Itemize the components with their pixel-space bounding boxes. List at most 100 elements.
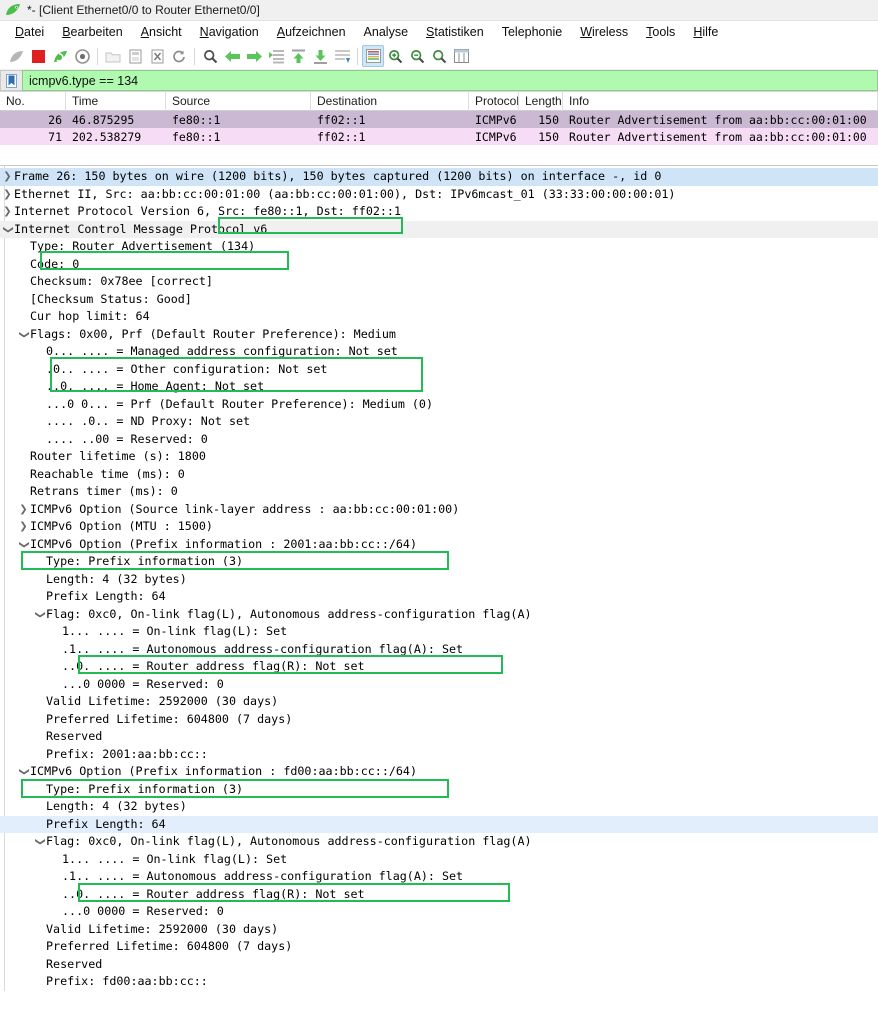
chevron-right-icon[interactable]: ❯ xyxy=(17,518,30,536)
detail-tree-row[interactable]: .... ..00 = Reserved: 0 xyxy=(0,431,878,449)
detail-tree-row[interactable]: Type: Prefix information (3) xyxy=(0,781,878,799)
detail-tree-row[interactable]: Reserved xyxy=(0,728,878,746)
chevron-down-icon[interactable]: ❯ xyxy=(15,765,33,778)
colorize-packet-list-icon[interactable] xyxy=(362,45,384,67)
chevron-down-icon[interactable]: ❯ xyxy=(31,608,49,621)
menu-item-bearbeiten[interactable]: Bearbeiten xyxy=(53,24,131,40)
detail-tree-row[interactable]: .... .0.. = ND Proxy: Not set xyxy=(0,413,878,431)
detail-tree-row[interactable]: Prefix: 2001:aa:bb:cc:: xyxy=(0,746,878,764)
packet-details-pane[interactable]: ❯ Frame 26: 150 bytes on wire (1200 bits)… xyxy=(0,166,878,991)
go-forward-icon[interactable] xyxy=(243,45,265,67)
column-header-source[interactable]: Source xyxy=(166,91,311,111)
resize-columns-icon[interactable] xyxy=(450,45,472,67)
go-to-last-packet-icon[interactable] xyxy=(309,45,331,67)
detail-tree-row[interactable]: ❯ Ethernet II, Src: aa:bb:cc:00:01:00 (aa… xyxy=(0,186,878,204)
column-header-time[interactable]: Time xyxy=(66,91,166,111)
zoom-out-icon[interactable] xyxy=(406,45,428,67)
packet-list-row[interactable]: 26 46.875295 fe80::1 ff02::1 ICMPv6 150 Router… xyxy=(0,111,878,128)
chevron-right-icon[interactable]: ❯ xyxy=(1,168,14,186)
detail-tree-row[interactable]: ❯ Internet Protocol Version 6, Src: fe80:… xyxy=(0,203,878,221)
auto-scroll-icon[interactable] xyxy=(331,45,353,67)
packet-list[interactable]: No. Time Source Destination Protocol Len… xyxy=(0,91,878,166)
detail-tree-row[interactable]: ..0. .... = Home Agent: Not set xyxy=(0,378,878,396)
detail-tree-row[interactable]: Preferred Lifetime: 604800 (7 days) xyxy=(0,711,878,729)
detail-tree-row[interactable]: ..0. .... = Router address flag(R): Not … xyxy=(0,658,878,676)
detail-tree-row[interactable]: ❯ Flags: 0x00, Prf (Default Router Prefer… xyxy=(0,326,878,344)
find-packet-icon[interactable] xyxy=(199,45,221,67)
column-header-protocol[interactable]: Protocol xyxy=(469,91,519,111)
menu-item-navigation[interactable]: Navigation xyxy=(191,24,268,40)
menu-item-tools[interactable]: Tools xyxy=(637,24,684,40)
menu-item-hilfe[interactable]: Hilfe xyxy=(684,24,727,40)
detail-tree-row[interactable]: Reachable time (ms): 0 xyxy=(0,466,878,484)
detail-tree-row[interactable]: Length: 4 (32 bytes) xyxy=(0,571,878,589)
chevron-down-icon[interactable]: ❯ xyxy=(15,538,33,551)
detail-tree-row[interactable]: .0.. .... = Other configuration: Not set xyxy=(0,361,878,379)
go-back-icon[interactable] xyxy=(221,45,243,67)
menu-item-datei[interactable]: Datei xyxy=(6,24,53,40)
detail-tree-row[interactable]: ...0 0... = Prf (Default Router Preferen… xyxy=(0,396,878,414)
detail-tree-row[interactable]: Type: Router Advertisement (134) xyxy=(0,238,878,256)
detail-tree-row[interactable]: [Checksum Status: Good] xyxy=(0,291,878,309)
column-header-info[interactable]: Info xyxy=(563,91,878,111)
chevron-down-icon[interactable]: ❯ xyxy=(15,328,33,341)
detail-tree-row[interactable]: ❯ Flag: 0xc0, On-link flag(L), Autonomous… xyxy=(0,833,878,851)
zoom-reset-icon[interactable] xyxy=(428,45,450,67)
detail-tree-row[interactable]: Retrans timer (ms): 0 xyxy=(0,483,878,501)
detail-tree-row[interactable]: 1... .... = On-link flag(L): Set xyxy=(0,623,878,641)
capture-options-icon[interactable] xyxy=(71,45,93,67)
go-to-packet-icon[interactable] xyxy=(265,45,287,67)
detail-tree-row[interactable]: ❯ ICMPv6 Option (Prefix information : 200… xyxy=(0,536,878,554)
detail-tree-row[interactable]: .1.. .... = Autonomous address-configura… xyxy=(0,641,878,659)
detail-tree-row[interactable]: Checksum: 0x78ee [correct] xyxy=(0,273,878,291)
detail-tree-row[interactable]: ❯ Flag: 0xc0, On-link flag(L), Autonomous… xyxy=(0,606,878,624)
chevron-right-icon[interactable]: ❯ xyxy=(17,501,30,519)
detail-tree-row[interactable]: Prefix Length: 64 xyxy=(0,588,878,606)
chevron-right-icon[interactable]: ❯ xyxy=(1,203,14,221)
open-file-icon[interactable] xyxy=(102,45,124,67)
reload-file-icon[interactable] xyxy=(168,45,190,67)
detail-tree-row[interactable]: ❯ ICMPv6 Option (Prefix information : fd0… xyxy=(0,763,878,781)
menu-item-wireless[interactable]: Wireless xyxy=(571,24,637,40)
detail-tree-row[interactable]: Prefix: fd00:aa:bb:cc:: xyxy=(0,973,878,991)
detail-tree-row[interactable]: Valid Lifetime: 2592000 (30 days) xyxy=(0,921,878,939)
detail-tree-row[interactable]: .1.. .... = Autonomous address-configura… xyxy=(0,868,878,886)
packet-list-header[interactable]: No. Time Source Destination Protocol Len… xyxy=(0,91,878,111)
detail-tree-row[interactable]: ❯ Frame 26: 150 bytes on wire (1200 bits)… xyxy=(0,168,878,186)
detail-tree-row[interactable]: ...0 0000 = Reserved: 0 xyxy=(0,903,878,921)
go-to-first-packet-icon[interactable] xyxy=(287,45,309,67)
menu-item-ansicht[interactable]: Ansicht xyxy=(132,24,191,40)
zoom-in-icon[interactable] xyxy=(384,45,406,67)
detail-tree-row[interactable]: Cur hop limit: 64 xyxy=(0,308,878,326)
detail-tree-row[interactable]: Valid Lifetime: 2592000 (30 days) xyxy=(0,693,878,711)
save-file-icon[interactable] xyxy=(124,45,146,67)
close-file-icon[interactable] xyxy=(146,45,168,67)
start-capture-icon[interactable] xyxy=(5,45,27,67)
detail-tree-row[interactable]: Reserved xyxy=(0,956,878,974)
detail-tree-row[interactable]: Code: 0 xyxy=(0,256,878,274)
detail-tree-row[interactable]: Type: Prefix information (3) xyxy=(0,553,878,571)
detail-tree-row[interactable]: Length: 4 (32 bytes) xyxy=(0,798,878,816)
detail-tree-row[interactable]: ..0. .... = Router address flag(R): Not … xyxy=(0,886,878,904)
packet-list-row[interactable]: 71 202.538279 fe80::1 ff02::1 ICMPv6 150 Route… xyxy=(0,128,878,145)
column-header-no[interactable]: No. xyxy=(0,91,66,111)
restart-capture-icon[interactable] xyxy=(49,45,71,67)
detail-tree-row[interactable]: ...0 0000 = Reserved: 0 xyxy=(0,676,878,694)
menu-item-analyse[interactable]: Analyse xyxy=(355,24,417,40)
detail-tree-row[interactable]: Preferred Lifetime: 604800 (7 days) xyxy=(0,938,878,956)
menu-item-statistiken[interactable]: Statistiken xyxy=(417,24,493,40)
chevron-down-icon[interactable]: ❯ xyxy=(0,223,16,236)
detail-tree-row[interactable]: ❯ Internet Control Message Protocol v6 xyxy=(0,220,878,238)
display-filter-input[interactable]: icmpv6.type == 134 xyxy=(22,70,878,91)
menu-item-aufzeichnen[interactable]: Aufzeichnen xyxy=(268,24,355,40)
stop-capture-icon[interactable] xyxy=(27,45,49,67)
bookmark-icon[interactable] xyxy=(0,70,22,91)
detail-tree-row[interactable]: Router lifetime (s): 1800 xyxy=(0,448,878,466)
column-header-destination[interactable]: Destination xyxy=(311,91,469,111)
detail-tree-row[interactable]: Prefix Length: 64 xyxy=(0,815,878,833)
column-header-length[interactable]: Length xyxy=(519,91,563,111)
chevron-down-icon[interactable]: ❯ xyxy=(31,835,49,848)
detail-tree-row[interactable]: ❯ ICMPv6 Option (Source link-layer addres… xyxy=(0,501,878,519)
menu-item-telephonie[interactable]: Telephonie xyxy=(493,24,571,40)
detail-tree-row[interactable]: ❯ ICMPv6 Option (MTU : 1500) xyxy=(0,518,878,536)
